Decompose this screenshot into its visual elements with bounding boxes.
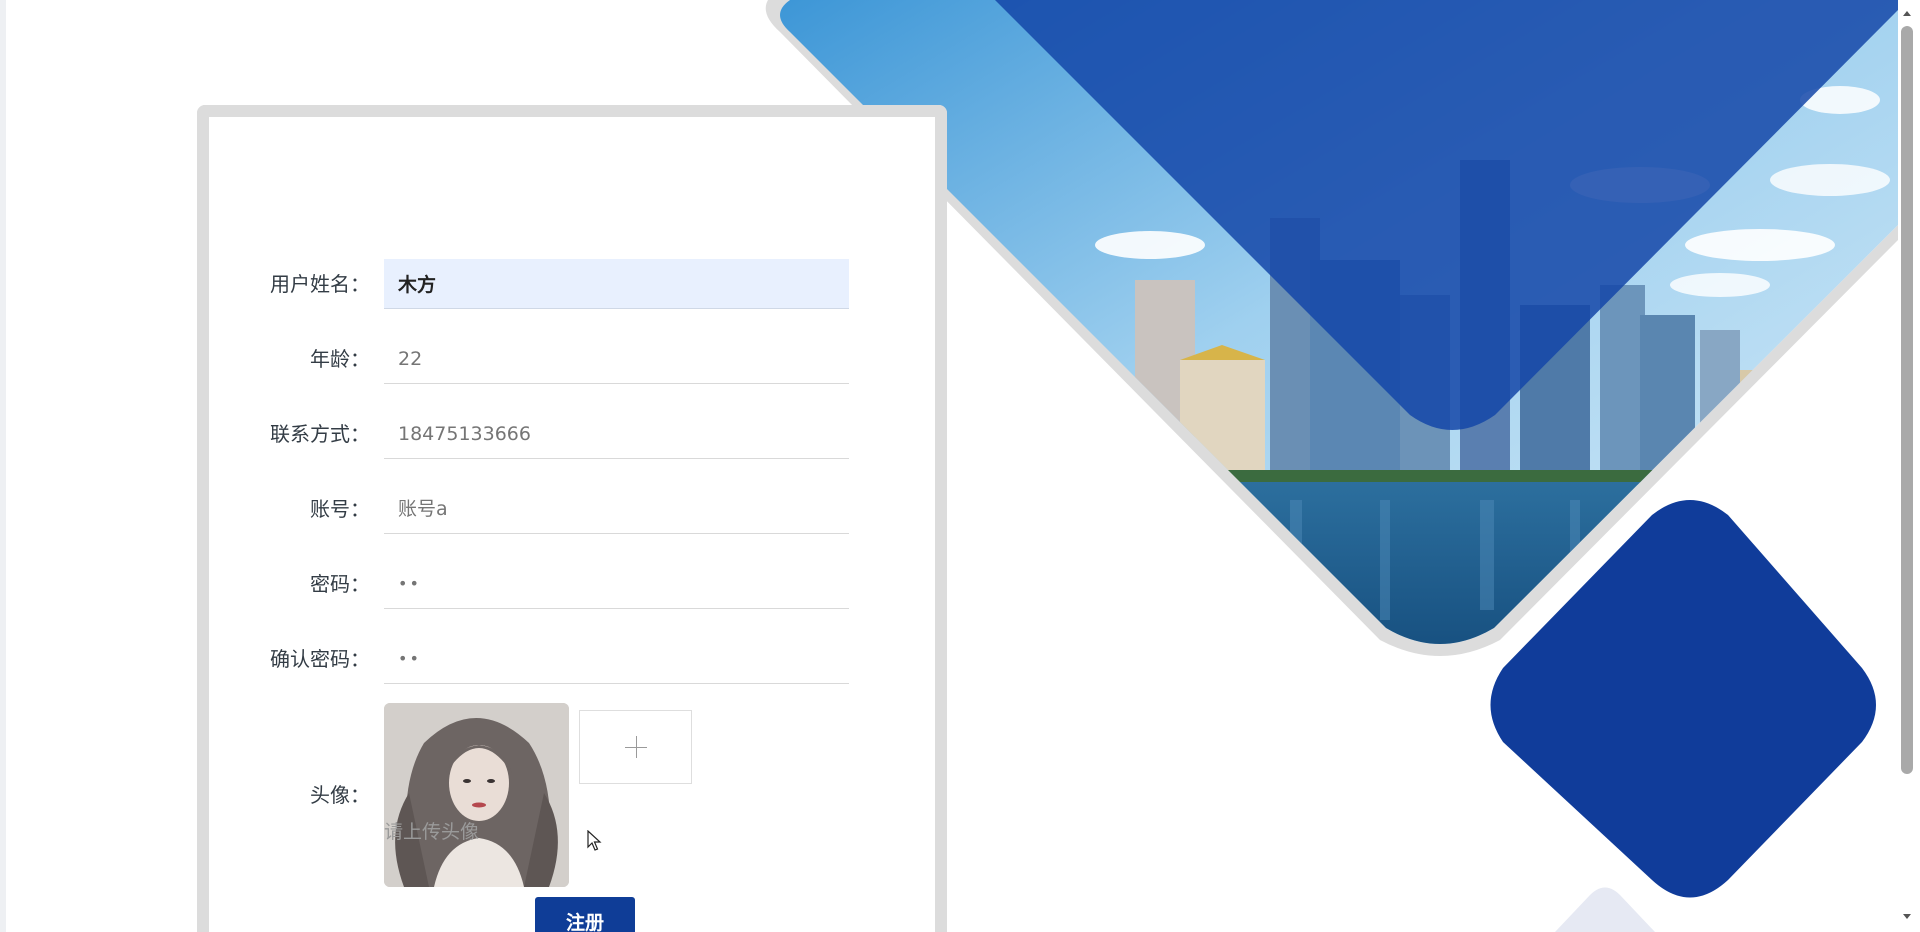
form-row-password: 密码： (209, 559, 935, 609)
form-row-avatar: 头像： (209, 703, 935, 887)
age-input[interactable] (384, 334, 849, 384)
form-row-contact: 联系方式： (209, 409, 935, 459)
confirm-password-input[interactable] (384, 634, 849, 684)
form-row-username: 用户姓名： (209, 259, 935, 309)
age-label: 年龄： (310, 347, 370, 371)
avatar-upload-button[interactable] (579, 710, 692, 784)
register-page: 用户姓名： 年龄： 联系方式： 账号： 密码： 确认密码： 头像： (0, 0, 1920, 932)
scrollbar-thumb[interactable] (1901, 26, 1913, 774)
avatar-hint: 请上传头像 (384, 821, 480, 843)
form-row-account: 账号： (209, 484, 935, 534)
mouse-pointer-icon (587, 830, 602, 851)
contact-label: 联系方式： (270, 422, 370, 446)
plus-icon-vertical (636, 736, 637, 758)
password-input[interactable] (384, 559, 849, 609)
register-button[interactable]: 注册 (535, 897, 635, 932)
username-input[interactable] (384, 259, 849, 309)
avatar-photo-art (384, 703, 569, 887)
register-form-card: 用户姓名： 年龄： 联系方式： 账号： 密码： 确认密码： 头像： (197, 105, 947, 932)
avatar-image[interactable] (384, 703, 569, 887)
account-label: 账号： (310, 497, 370, 521)
form-row-confirm-password: 确认密码： (209, 634, 935, 684)
password-label: 密码： (310, 572, 370, 596)
account-input[interactable] (384, 484, 849, 534)
confirm-password-label: 确认密码： (270, 647, 370, 671)
scroll-down-arrow-icon[interactable] (1901, 910, 1913, 922)
contact-input[interactable] (384, 409, 849, 459)
scroll-up-arrow-icon[interactable] (1901, 8, 1913, 20)
username-label: 用户姓名： (270, 272, 370, 296)
form-row-age: 年龄： (209, 334, 935, 384)
avatar-label: 头像： (310, 783, 370, 807)
